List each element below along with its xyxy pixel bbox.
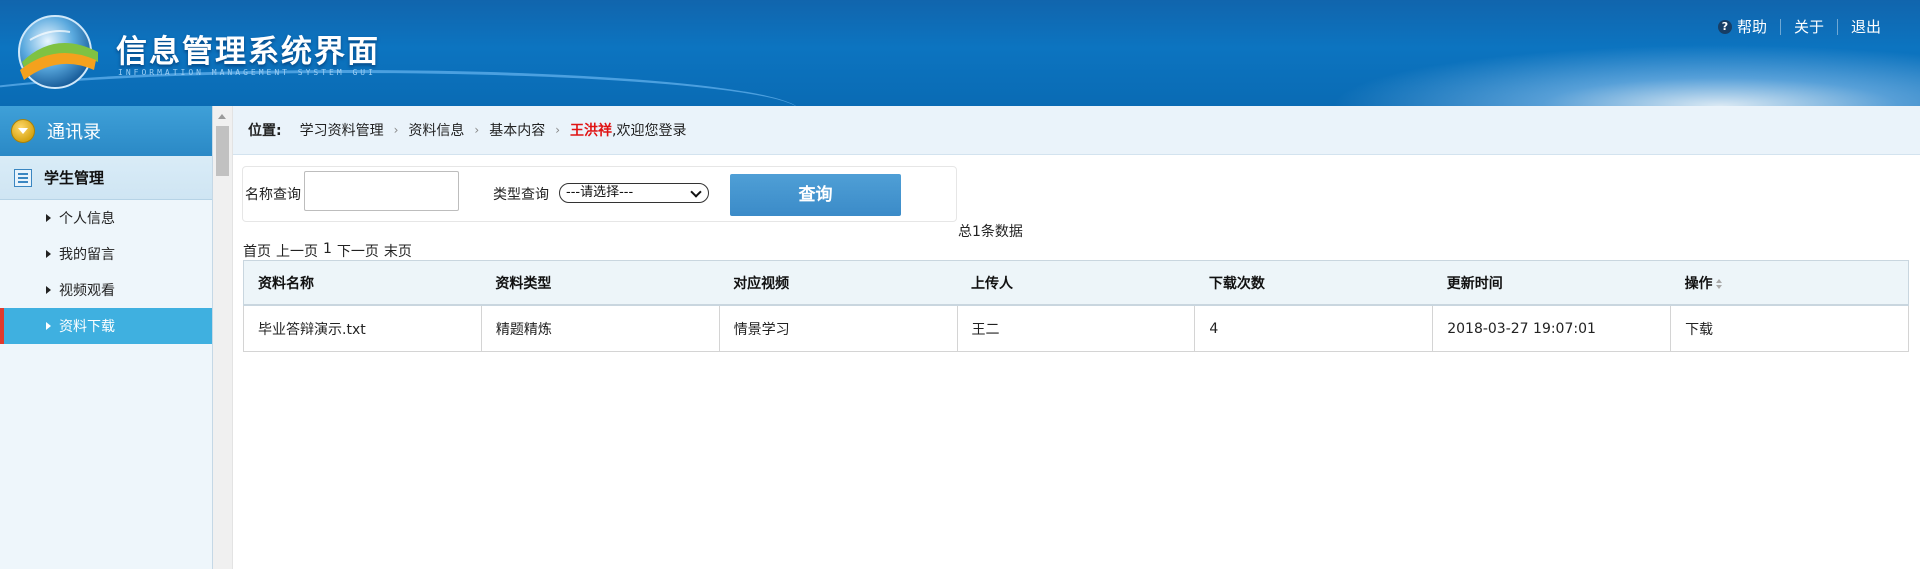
column-header: 下载次数 [1194,260,1433,306]
logout-link[interactable]: 退出 [1838,16,1894,37]
name-query-label: 名称查询 [245,187,301,203]
top-nav: ? 帮助 关于 退出 [1705,16,1894,37]
arrow-right-icon [46,286,51,294]
help-link[interactable]: ? 帮助 [1705,16,1780,37]
header-banner: 信息管理系统界面 INFORMATION MANAGEMENT SYSTEM G… [0,0,1920,106]
help-icon: ? [1717,19,1732,34]
sidebar-header-contacts[interactable]: 通讯录 [0,106,212,156]
sidebar-header-label: 通讯录 [47,122,101,143]
column-header-action[interactable]: 操作 [1670,260,1909,306]
scrollbar-thumb[interactable] [216,126,229,176]
name-query-input[interactable] [304,171,459,211]
breadcrumb-label: 位置: [248,123,282,139]
sidebar-item-my-messages[interactable]: 我的留言 [0,236,212,272]
sidebar-section-label: 学生管理 [44,169,105,187]
prev-page-link[interactable]: 上一页 [276,241,318,261]
arrow-right-icon [46,214,51,222]
app-title: 信息管理系统界面 [116,34,380,70]
breadcrumb-item[interactable]: 学习资料管理 [300,120,384,140]
next-page-link[interactable]: 下一页 [337,241,379,261]
cell-material-name: 毕业答辩演示.txt [243,304,482,352]
cell-uploader: 王二 [956,304,1196,352]
breadcrumb-separator-icon: › [393,123,399,137]
total-count: 总1条数据 [958,224,1023,240]
help-label: 帮助 [1736,18,1767,36]
sidebar-item-label: 视频观看 [59,283,115,299]
breadcrumb: 位置: 学习资料管理 › 资料信息 › 基本内容 › 王洪祥 ,欢迎您登录 [233,106,1920,155]
cell-updated-time: 2018-03-27 19:07:01 [1432,304,1672,352]
download-link[interactable]: 下载 [1685,322,1713,338]
current-page-number: 1 [323,241,332,257]
globe-logo-icon [18,15,98,89]
sidebar-item-label: 我的留言 [59,247,115,263]
arrow-right-icon [46,322,51,330]
sidebar: 通讯录 学生管理 个人信息 我的留言 视频观看 资料下载 [0,106,213,569]
chevron-down-icon [690,186,702,198]
sidebar-scrollbar[interactable] [213,106,233,569]
breadcrumb-item[interactable]: 资料信息 [408,120,464,140]
search-panel: 名称查询 类型查询 ---请选择--- 查询 [242,166,957,222]
last-page-link[interactable]: 末页 [384,241,412,261]
column-header: 上传人 [957,260,1195,306]
table-row: 毕业答辩演示.txt 精题精炼 情景学习 王二 4 2018-03-27 19:… [243,304,1909,352]
scroll-up-icon[interactable] [218,114,226,119]
cell-download-count: 4 [1194,304,1434,352]
type-query-label: 类型查询 [493,187,549,203]
column-header: 对应视频 [719,260,958,306]
sidebar-section-student-management[interactable]: 学生管理 [0,156,212,200]
sidebar-item-label: 个人信息 [59,211,115,227]
table-header-row: 资料名称 资料类型 对应视频 上传人 下载次数 更新时间 操作 [243,260,1909,306]
welcome-text: ,欢迎您登录 [612,123,687,139]
header-glow [1300,40,1920,106]
logged-in-user: 王洪祥 [570,123,613,139]
materials-table: 资料名称 资料类型 对应视频 上传人 下载次数 更新时间 操作 毕业答辩演示.t… [243,260,1909,352]
breadcrumb-separator-icon: › [474,123,480,137]
query-button[interactable]: 查询 [730,174,901,216]
column-header: 更新时间 [1432,260,1671,306]
app-subtitle: INFORMATION MANAGEMENT SYSTEM GUI [118,68,376,77]
cell-video: 情景学习 [718,304,958,352]
column-header: 资料名称 [243,260,482,306]
sort-icon[interactable] [1715,278,1722,289]
breadcrumb-separator-icon: › [555,123,561,137]
breadcrumb-item[interactable]: 基本内容 [489,120,545,140]
type-query-select[interactable]: ---请选择--- [559,183,709,203]
sidebar-item-material-download[interactable]: 资料下载 [0,308,212,344]
about-link[interactable]: 关于 [1781,16,1837,37]
arrow-right-icon [46,250,51,258]
cell-action: 下载 [1670,304,1909,352]
sidebar-item-label: 资料下载 [59,319,115,335]
column-header: 资料类型 [481,260,720,306]
sidebar-item-personal-info[interactable]: 个人信息 [0,200,212,236]
first-page-link[interactable]: 首页 [243,241,271,261]
sidebar-item-video-watch[interactable]: 视频观看 [0,272,212,308]
type-select-value: ---请选择--- [566,185,634,200]
cell-material-type: 精题精炼 [480,304,720,352]
dropdown-circle-icon [11,119,35,143]
list-icon [14,168,32,187]
column-header-label: 操作 [1684,275,1713,292]
pagination: 首页 上一页 1 下一页 末页 [243,241,417,261]
